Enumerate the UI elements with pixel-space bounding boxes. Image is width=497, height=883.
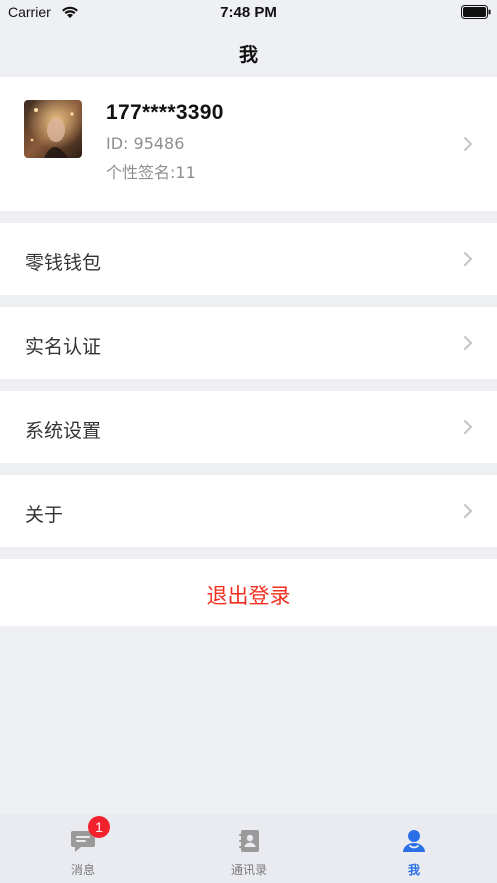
tab-label: 消息 [70, 863, 95, 877]
menu-item-settings[interactable]: 系统设置 [0, 391, 497, 463]
status-time: 7:48 PM [220, 4, 277, 21]
tab-bar: 1 消息 通讯录 我 [0, 814, 497, 883]
profile-id: ID: 95486 [106, 134, 185, 153]
nav-bar: 我 [0, 26, 497, 77]
tab-label: 通讯录 [230, 863, 267, 877]
menu-item-label: 实名认证 [25, 336, 102, 358]
status-bar: Carrier 7:48 PM [0, 0, 497, 26]
logout-label: 退出登录 [206, 584, 291, 608]
menu-item-label: 零钱钱包 [25, 252, 102, 274]
menu-item-wallet[interactable]: 零钱钱包 [0, 223, 497, 295]
chevron-right-icon [464, 137, 472, 151]
logout-button[interactable]: 退出登录 [0, 559, 497, 626]
chevron-right-icon [464, 420, 472, 434]
profile-phone: 177****3390 [106, 101, 224, 124]
tab-label: 我 [407, 863, 420, 877]
battery-full-icon [461, 5, 491, 19]
chevron-right-icon [464, 336, 472, 350]
tab-messages[interactable]: 1 消息 [0, 814, 166, 883]
unread-badge: 1 [88, 816, 110, 838]
menu-item-verification[interactable]: 实名认证 [0, 307, 497, 379]
tab-contacts[interactable]: 通讯录 [166, 814, 332, 883]
profile-signature: 个性签名:11 [106, 163, 196, 182]
person-icon [403, 830, 425, 852]
menu-item-label: 关于 [25, 504, 64, 526]
contacts-icon [239, 830, 259, 852]
profile-card[interactable]: 177****3390 ID: 95486 个性签名:11 [0, 77, 497, 211]
menu-item-label: 系统设置 [25, 420, 102, 442]
tab-me[interactable]: 我 [331, 814, 497, 883]
avatar-photo-icon [24, 100, 82, 158]
avatar[interactable] [24, 100, 82, 158]
chevron-right-icon [464, 504, 472, 518]
chevron-right-icon [464, 252, 472, 266]
menu-item-about[interactable]: 关于 [0, 475, 497, 547]
page-title: 我 [238, 44, 258, 66]
